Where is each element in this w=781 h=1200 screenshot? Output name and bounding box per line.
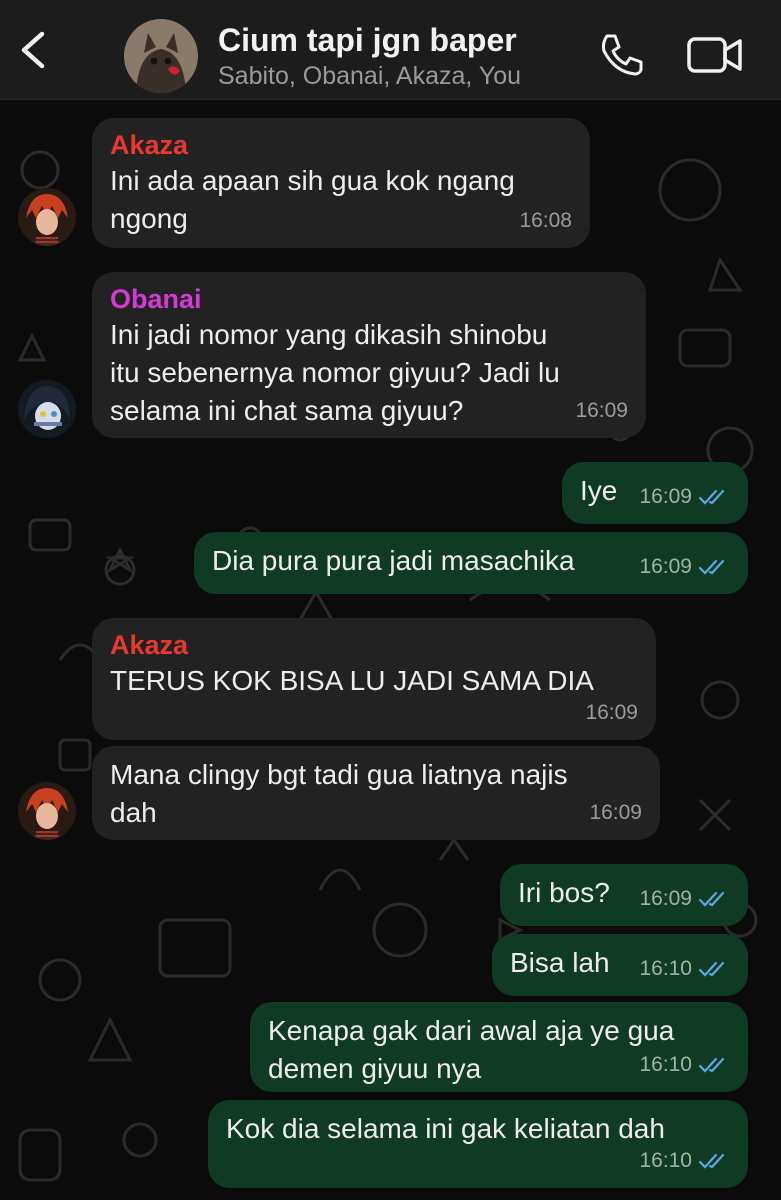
video-call-button[interactable]	[686, 34, 744, 76]
message-meta: 16:10	[639, 1046, 730, 1084]
message-text-line: Kenapa gak dari awal aja ye gua	[268, 1015, 675, 1046]
message-time: 16:09	[575, 399, 628, 422]
message-meta: 16:10	[639, 950, 730, 988]
message-meta: 16:09	[639, 548, 730, 586]
message-meta: 16:09	[639, 880, 730, 918]
double-check-icon	[698, 961, 725, 977]
message-text-line: dah	[110, 797, 157, 828]
message-meta: 16:10	[639, 1142, 730, 1180]
voice-call-button[interactable]	[596, 30, 646, 80]
message-time: 16:09	[589, 801, 642, 824]
message-time: 16:10	[639, 1149, 692, 1172]
double-check-icon	[698, 891, 725, 907]
avatar-obanai[interactable]	[18, 380, 76, 438]
message-bubble[interactable]: Iri bos? 16:09	[500, 864, 748, 926]
message-bubble[interactable]: Iye 16:09	[562, 462, 748, 524]
message-bubble[interactable]: Kok dia selama ini gak keliatan dah 16:1…	[208, 1100, 748, 1188]
message-bubble[interactable]: Kenapa gak dari awal aja ye gua demen gi…	[250, 1002, 748, 1092]
message-time: 16:09	[639, 485, 692, 508]
message-text-line: itu sebenernya nomor giyuu? Jadi lu	[110, 357, 560, 388]
message-time: 16:09	[639, 887, 692, 910]
message-text-line: Ini jadi nomor yang dikasih shinobu	[110, 319, 548, 350]
message-text-line: Ini ada apaan sih gua kok ngang	[110, 165, 515, 196]
sender-name: Akaza	[110, 630, 189, 660]
message-time: 16:10	[639, 957, 692, 980]
phone-icon	[601, 34, 643, 76]
message-text-line: ngong	[110, 203, 188, 234]
message-text-line: Mana clingy bgt tadi gua liatnya najis	[110, 759, 568, 790]
message-time: 16:08	[519, 209, 572, 232]
message-bubble[interactable]: Mana clingy bgt tadi gua liatnya najis d…	[92, 746, 660, 840]
sender-name: Akaza	[110, 130, 189, 160]
message-text: TERUS KOK BISA LU JADI SAMA DIA	[110, 665, 594, 696]
message-time: 16:10	[639, 1053, 692, 1076]
message-bubble[interactable]: Akaza TERUS KOK BISA LU JADI SAMA DIA 16…	[92, 618, 656, 740]
avatar-akaza[interactable]	[18, 782, 76, 840]
group-members: Sabito, Obanai, Akaza, You	[218, 62, 522, 90]
message-bubble[interactable]: Dia pura pura jadi masachika 16:09	[194, 532, 748, 594]
double-check-icon	[698, 1153, 725, 1169]
message-text-line: selama ini chat sama giyuu?	[110, 395, 464, 426]
message-time: 16:09	[585, 701, 638, 724]
video-camera-icon	[687, 37, 742, 73]
group-title[interactable]: Cium tapi jgn baper	[218, 22, 517, 59]
sender-name: Obanai	[110, 284, 202, 314]
double-check-icon	[698, 1057, 725, 1073]
message-meta: 16:09	[639, 478, 730, 516]
message-time: 16:09	[639, 555, 692, 578]
double-check-icon	[698, 489, 725, 505]
avatar-akaza[interactable]	[18, 188, 76, 246]
chat-header: Cium tapi jgn baper Sabito, Obanai, Akaz…	[0, 0, 781, 100]
double-check-icon	[698, 559, 725, 575]
message-bubble[interactable]: Akaza Ini ada apaan sih gua kok ngang ng…	[92, 118, 590, 248]
group-avatar[interactable]	[124, 19, 198, 93]
back-button[interactable]	[14, 28, 54, 72]
message-bubble[interactable]: Bisa lah 16:10	[492, 934, 748, 996]
message-bubble[interactable]: Obanai Ini jadi nomor yang dikasih shino…	[92, 272, 646, 438]
chevron-left-icon	[21, 31, 45, 69]
